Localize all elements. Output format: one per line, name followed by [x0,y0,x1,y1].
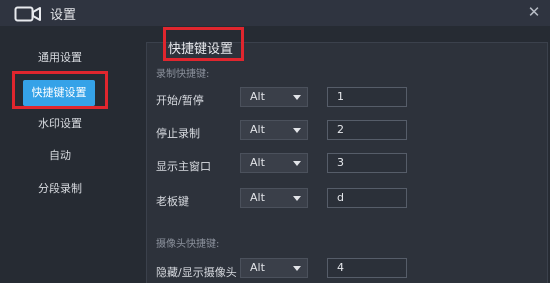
title-bar: 设置 ✕ [0,0,550,26]
hotkey-key-field[interactable]: 1 [327,87,407,107]
close-icon[interactable]: ✕ [524,2,544,22]
hotkey-key-field[interactable]: 4 [327,258,407,278]
hotkey-label: 隐藏/显示摄像头 [156,266,237,279]
hotkey-label: 显示主窗口 [156,160,211,173]
modifier-select[interactable]: Alt [240,258,308,278]
modifier-select[interactable]: Alt [240,87,308,107]
sidebar-item-auto[interactable]: 自动 [20,145,100,167]
modifier-value: Alt [250,191,265,204]
sidebar: 通用设置 快捷键设置 水印设置 自动 分段录制 [0,26,118,282]
chevron-down-icon [293,128,301,133]
modifier-select[interactable]: Alt [240,153,308,173]
hotkey-key-field[interactable]: 3 [327,153,407,173]
camera-hotkeys-heading: 摄像头快捷键: [156,239,220,250]
chevron-down-icon [293,196,301,201]
modifier-value: Alt [250,156,265,169]
sidebar-item-segment-recording[interactable]: 分段录制 [20,178,100,200]
chevron-down-icon [293,161,301,166]
record-hotkeys-heading: 录制快捷键: [156,69,210,80]
modifier-value: Alt [250,123,265,136]
modifier-select[interactable]: Alt [240,188,308,208]
chevron-down-icon [293,266,301,271]
sidebar-item-general[interactable]: 通用设置 [20,47,100,69]
modifier-value: Alt [250,261,265,274]
hotkey-label: 开始/暂停 [156,94,204,107]
window-title: 设置 [50,8,77,23]
sidebar-item-watermark[interactable]: 水印设置 [20,113,100,135]
chevron-down-icon [293,95,301,100]
section-title: 快捷键设置 [168,42,234,57]
hotkey-key-field[interactable]: 2 [327,120,407,140]
modifier-value: Alt [250,90,265,103]
hotkey-key-field[interactable]: d [327,188,407,208]
hotkey-label: 停止录制 [156,127,200,140]
hotkey-label: 老板键 [156,195,189,208]
video-camera-icon [14,6,41,22]
modifier-select[interactable]: Alt [240,120,308,140]
sidebar-item-hotkeys[interactable]: 快捷键设置 [23,80,95,106]
